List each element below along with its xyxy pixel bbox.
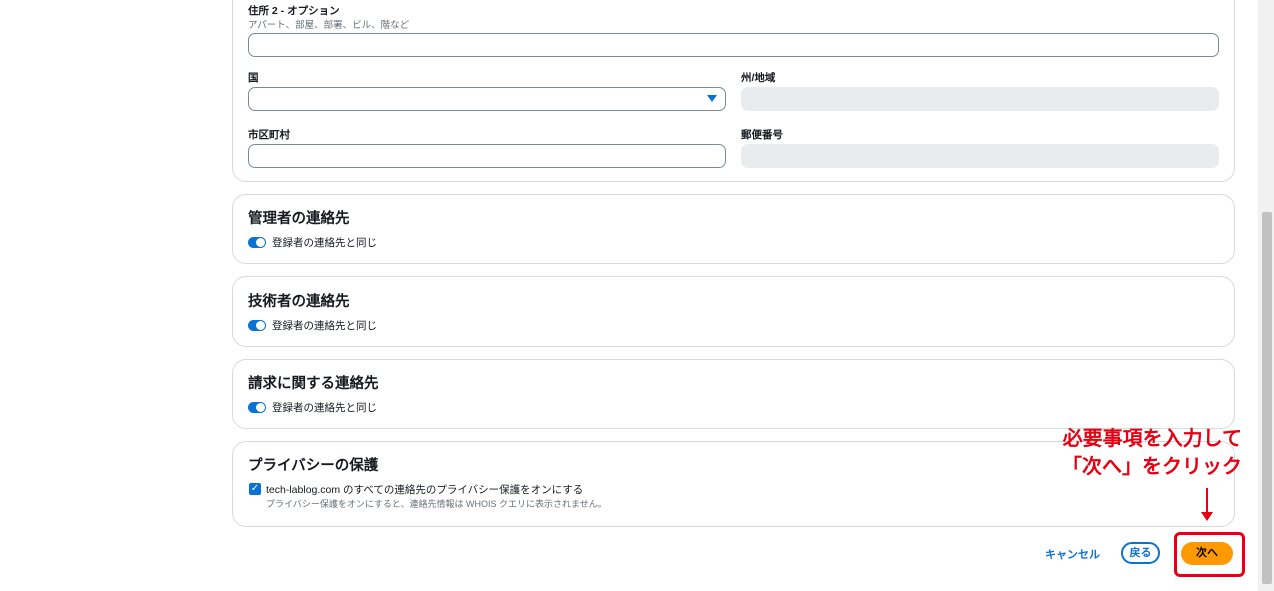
state-input xyxy=(741,87,1219,111)
annotation-arrow-line xyxy=(1206,488,1208,514)
billing-same-toggle-label: 登録者の連絡先と同じ xyxy=(272,402,377,414)
toggle-knob xyxy=(256,403,265,412)
billing-contact-title: 請求に関する連絡先 xyxy=(248,376,379,392)
instruction-annotation: 必要事項を入力して 「次へ」をクリック xyxy=(1010,424,1242,480)
back-button[interactable]: 戻る xyxy=(1121,542,1160,564)
billing-same-toggle[interactable] xyxy=(248,402,266,413)
city-input[interactable] xyxy=(248,144,726,168)
city-label: 市区町村 xyxy=(248,129,290,141)
address2-label: 住所 2 - オプション xyxy=(248,5,340,17)
privacy-checkbox[interactable]: ✓ xyxy=(249,483,261,495)
privacy-checkbox-label: tech-lablog.com のすべての連絡先のプライバシー保護をオンにする xyxy=(266,484,584,496)
tech-same-toggle-label: 登録者の連絡先と同じ xyxy=(272,320,377,332)
tech-contact-card: 技術者の連絡先 登録者の連絡先と同じ xyxy=(232,276,1235,347)
arrow-down-icon xyxy=(1201,512,1213,521)
address2-input[interactable] xyxy=(248,33,1219,57)
billing-same-toggle-row: 登録者の連絡先と同じ xyxy=(248,400,377,415)
toggle-knob xyxy=(256,321,265,330)
admin-contact-title: 管理者の連絡先 xyxy=(248,211,350,227)
next-button-highlight xyxy=(1174,532,1245,577)
admin-contact-card: 管理者の連絡先 登録者の連絡先と同じ xyxy=(232,194,1235,264)
annotation-line-2: 「次へ」をクリック xyxy=(1062,454,1242,478)
admin-same-toggle-row: 登録者の連絡先と同じ xyxy=(248,235,377,250)
admin-same-toggle-label: 登録者の連絡先と同じ xyxy=(272,237,377,249)
address-card: 住所 2 - オプション アパート、部屋、部署、ビル、階など 国 州/地域 市区… xyxy=(232,0,1235,182)
cancel-button[interactable]: キャンセル xyxy=(1045,546,1100,562)
admin-same-toggle[interactable] xyxy=(248,237,266,248)
state-label: 州/地域 xyxy=(741,72,776,84)
tech-same-toggle-row: 登録者の連絡先と同じ xyxy=(248,318,377,333)
privacy-checkbox-description: プライバシー保護をオンにすると、連絡先情報は WHOIS クエリに表示されません… xyxy=(266,499,607,509)
annotation-line-1: 必要事項を入力して xyxy=(1062,426,1242,450)
toggle-knob xyxy=(256,238,265,247)
country-label: 国 xyxy=(248,72,259,84)
billing-contact-card: 請求に関する連絡先 登録者の連絡先と同じ xyxy=(232,359,1235,429)
privacy-title: プライバシーの保護 xyxy=(248,458,379,474)
postal-input xyxy=(741,144,1219,168)
tech-same-toggle[interactable] xyxy=(248,320,266,331)
country-select[interactable] xyxy=(248,87,726,111)
tech-contact-title: 技術者の連絡先 xyxy=(248,294,350,310)
address2-hint: アパート、部屋、部署、ビル、階など xyxy=(248,20,410,31)
postal-label: 郵便番号 xyxy=(741,129,783,141)
chevron-down-icon xyxy=(707,95,717,102)
scrollbar-thumb[interactable] xyxy=(1262,212,1272,584)
